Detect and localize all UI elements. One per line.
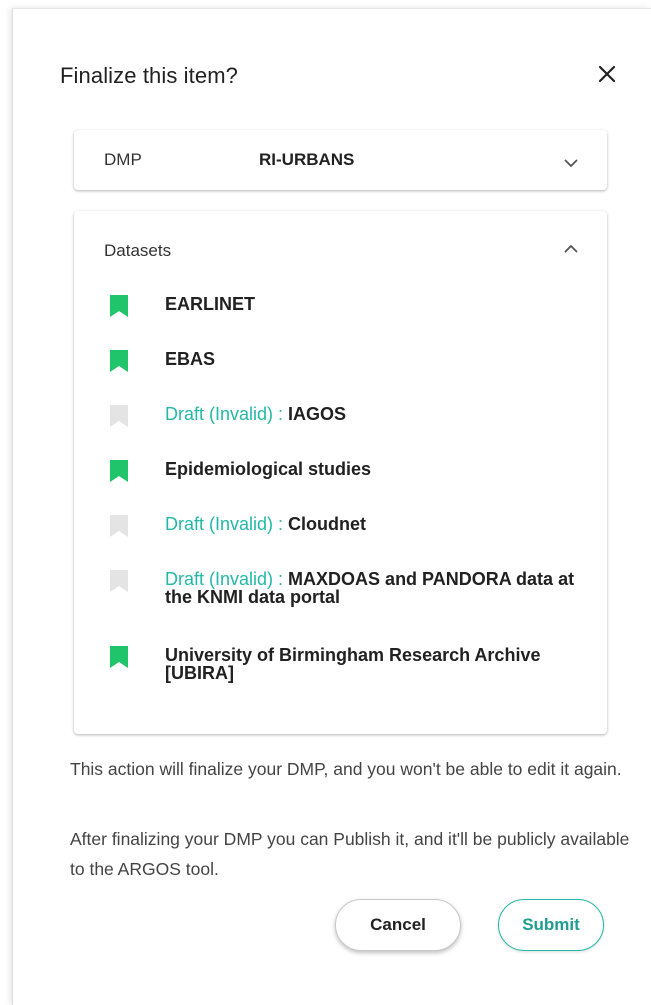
- dataset-name: Draft (Invalid) : MAXDOAS and PANDORA da…: [165, 570, 585, 606]
- dataset-name: EBAS: [165, 349, 216, 369]
- dataset-name: EARLINET: [165, 294, 255, 314]
- dataset-title: IAGOS: [288, 404, 347, 424]
- bookmark-icon: [110, 350, 128, 372]
- bookmark-outline-icon: [110, 405, 128, 427]
- dataset-name: Draft (Invalid) : Cloudnet: [165, 515, 585, 533]
- close-icon: [598, 65, 616, 83]
- bookmark-outline-icon: [110, 570, 128, 592]
- dmp-select[interactable]: DMP RI-URBANS: [74, 130, 607, 190]
- dataset-name: University of Birmingham Research Archiv…: [165, 645, 541, 683]
- dataset-title: Cloudnet: [288, 514, 367, 534]
- bookmark-icon: [110, 646, 128, 668]
- close-button[interactable]: [593, 60, 621, 88]
- datasets-title: Datasets: [104, 241, 172, 260]
- bookmark-icon: [110, 460, 128, 482]
- datasets-panel: Datasets EARLINET EBAS Draft (Invalid) :…: [74, 211, 607, 734]
- dmp-value: RI-URBANS: [259, 150, 355, 169]
- dialog-title: Finalize this item?: [60, 63, 238, 88]
- dataset-name: Epidemiological studies: [165, 459, 372, 479]
- bookmark-outline-icon: [110, 515, 128, 537]
- draft-invalid-label: Draft (Invalid) :: [165, 514, 284, 534]
- draft-invalid-label: Draft (Invalid) :: [165, 404, 284, 424]
- publish-info-text: After finalizing your DMP you can Publis…: [70, 829, 630, 879]
- finalize-warning-text: This action will finalize your DMP, and …: [70, 759, 622, 779]
- submit-button[interactable]: Submit: [498, 899, 604, 951]
- dmp-label: DMP: [104, 150, 142, 169]
- chevron-up-icon[interactable]: [561, 238, 581, 258]
- chevron-down-icon[interactable]: [561, 153, 581, 173]
- bookmark-icon: [110, 295, 128, 317]
- cancel-button[interactable]: Cancel: [335, 899, 461, 951]
- dataset-name: Draft (Invalid) : IAGOS: [165, 405, 585, 423]
- finalize-dialog: Finalize this item? DMP RI-URBANS Datase…: [12, 8, 651, 1005]
- draft-invalid-label: Draft (Invalid) :: [165, 569, 284, 589]
